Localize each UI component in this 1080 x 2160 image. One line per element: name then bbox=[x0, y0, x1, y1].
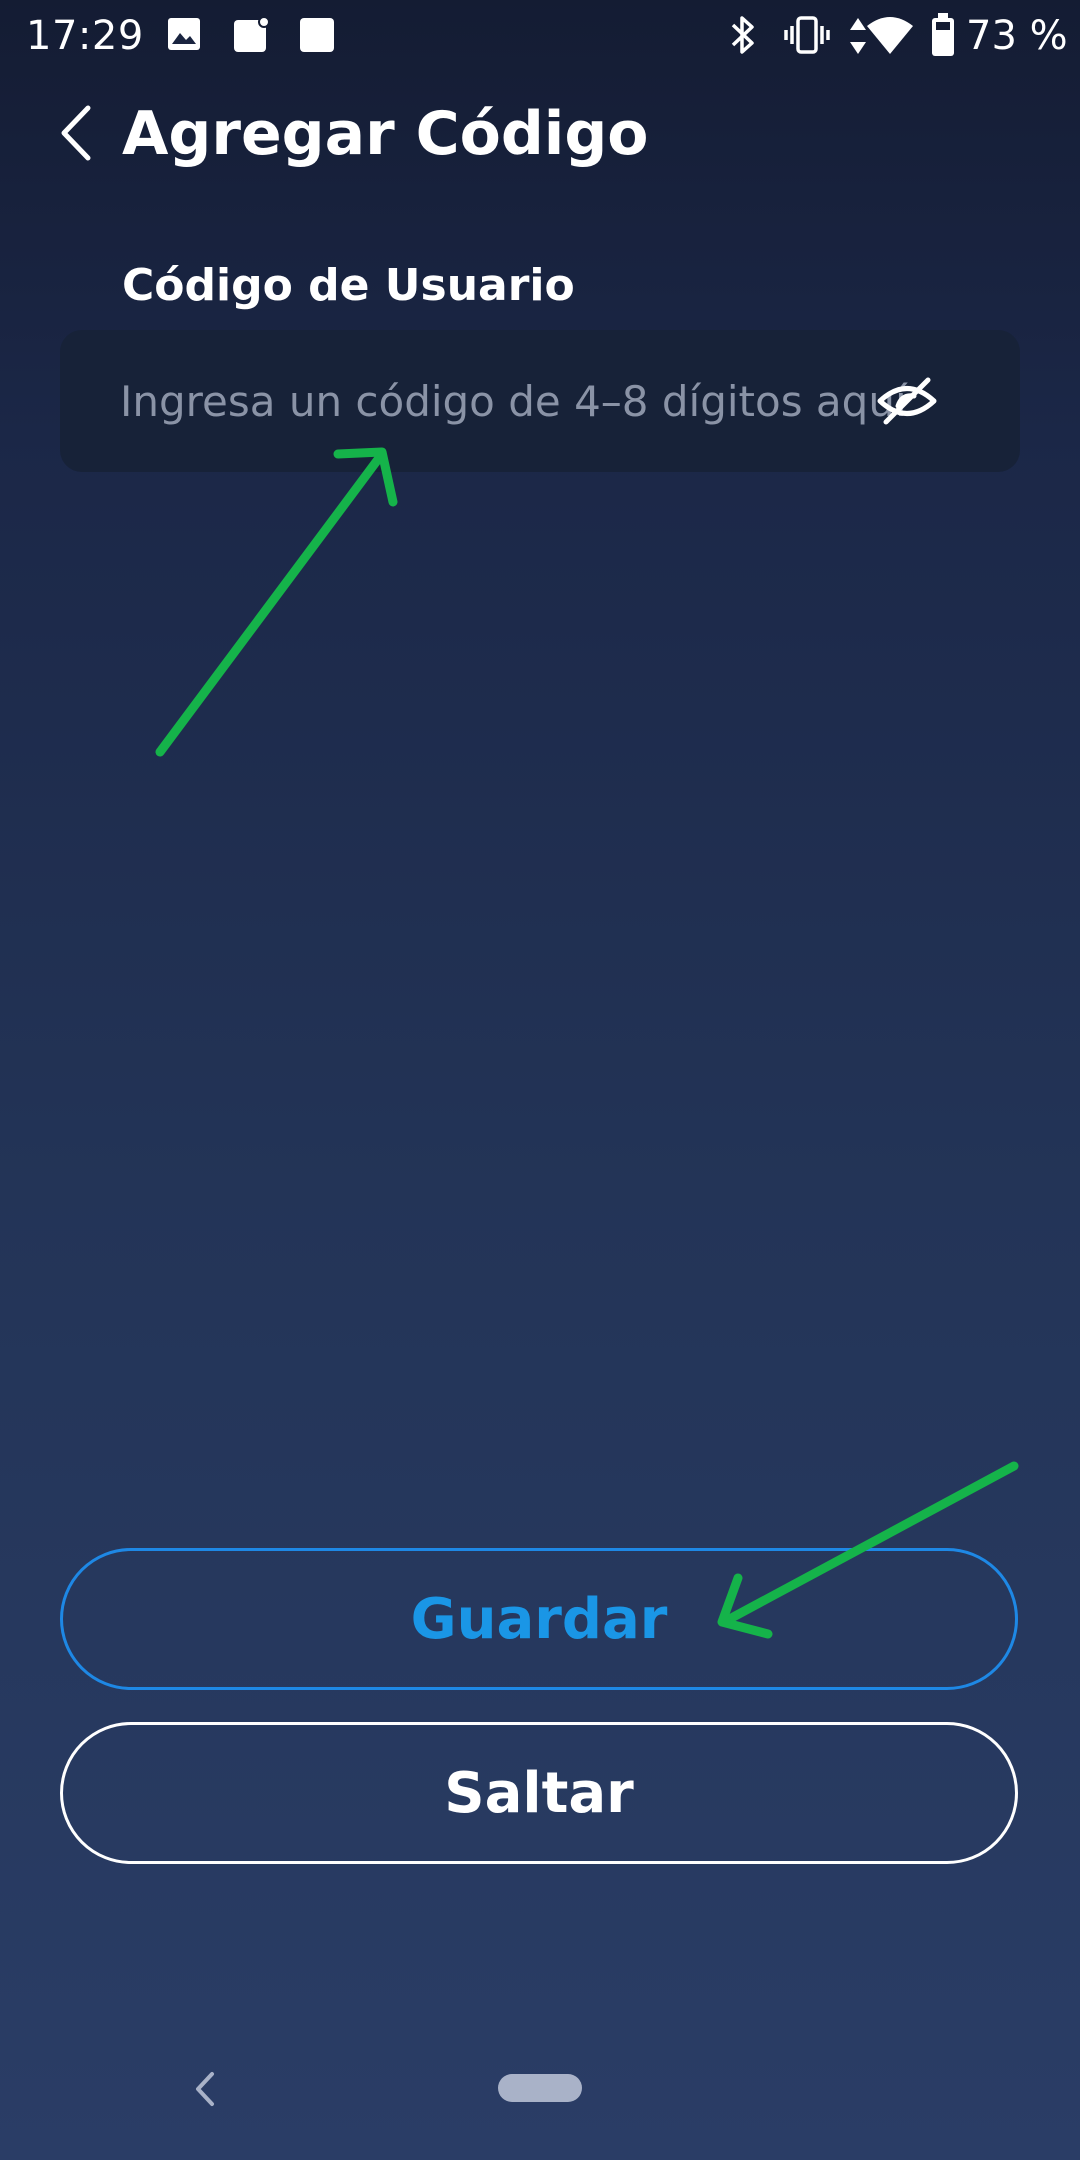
data-arrows-icon bbox=[850, 18, 866, 54]
user-code-input[interactable] bbox=[120, 330, 970, 472]
square-icon bbox=[300, 18, 334, 52]
page-title: Agregar Código bbox=[122, 99, 649, 169]
code-field-label: Código de Usuario bbox=[122, 260, 575, 311]
nav-back-button[interactable] bbox=[188, 2066, 224, 2112]
arrow-to-code-field bbox=[155, 447, 398, 757]
nav-back-icon bbox=[196, 2072, 214, 2106]
visibility-toggle[interactable] bbox=[872, 366, 942, 436]
vibrate-icon bbox=[784, 16, 830, 54]
battery-icon bbox=[932, 13, 954, 56]
eye-off-icon bbox=[877, 377, 937, 425]
nav-home-pill[interactable] bbox=[498, 2074, 582, 2102]
notification-icon bbox=[234, 16, 270, 52]
image-icon bbox=[168, 18, 200, 50]
user-code-field bbox=[60, 330, 1020, 472]
chevron-left-icon bbox=[61, 105, 91, 161]
skip-button[interactable]: Saltar bbox=[60, 1722, 1018, 1864]
save-button[interactable]: Guardar bbox=[60, 1548, 1018, 1690]
bluetooth-icon bbox=[731, 16, 754, 54]
back-button[interactable] bbox=[50, 98, 110, 168]
status-time: 17:29 bbox=[26, 13, 144, 59]
battery-percentage: 73 % bbox=[966, 13, 1068, 59]
wifi-icon bbox=[867, 17, 913, 54]
status-bar: 17:29 73 % bbox=[0, 0, 1080, 72]
